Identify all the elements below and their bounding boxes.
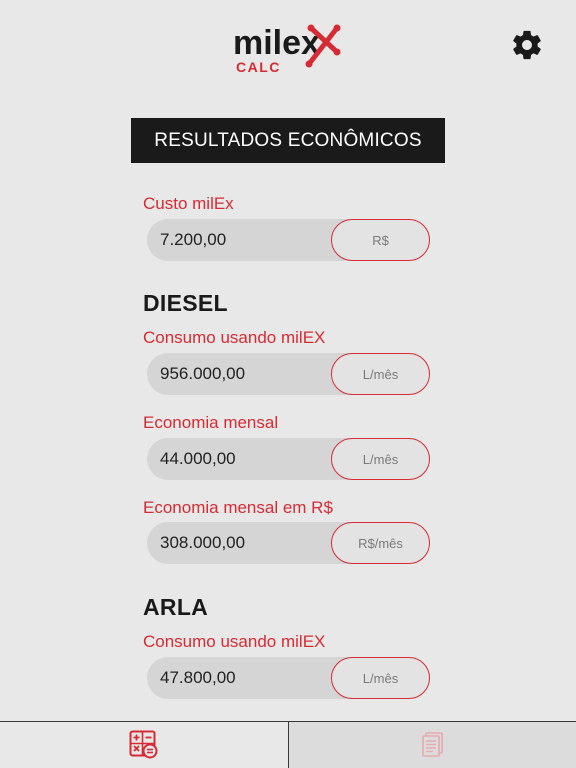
arla-heading: ARLA <box>143 594 209 620</box>
milex-logo: milex CALC <box>233 22 343 78</box>
diesel-economia-unit: L/mês <box>331 438 430 480</box>
diesel-heading: DIESEL <box>143 290 228 316</box>
arla-consumo-field: 47.800,00 L/mês <box>147 657 430 699</box>
tab-report[interactable] <box>288 722 576 768</box>
diesel-economia-field: 44.000,00 L/mês <box>147 438 430 480</box>
diesel-economia-value: 44.000,00 <box>160 449 236 468</box>
page-title: RESULTADOS ECONÔMICOS <box>131 118 445 163</box>
arla-consumo-unit: L/mês <box>331 657 430 699</box>
logo-subtitle: CALC <box>236 59 281 75</box>
tab-bar <box>0 721 576 768</box>
logo-wordmark: milex <box>233 24 320 62</box>
diesel-consumo-value: 956.000,00 <box>160 364 246 383</box>
gear-icon <box>513 30 541 60</box>
diesel-economia-rs-unit: R$/mês <box>331 522 430 564</box>
custo-value: 7.200,00 <box>160 230 227 249</box>
diesel-economia-rs-field: 308.000,00 R$/mês <box>147 522 430 564</box>
diesel-consumo-label: Consumo usando milEX <box>143 328 326 347</box>
custo-field: 7.200,00 R$ <box>147 219 430 261</box>
diesel-consumo-field: 956.000,00 L/mês <box>147 353 430 395</box>
settings-button[interactable] <box>510 28 544 62</box>
diesel-economia-rs-label: Economia mensal em R$ <box>143 498 333 517</box>
tab-calculator[interactable] <box>0 722 288 768</box>
app-header: milex CALC <box>0 0 576 100</box>
arla-consumo-label: Consumo usando milEX <box>143 632 326 651</box>
diesel-economia-label: Economia mensal <box>143 413 279 432</box>
custo-unit: R$ <box>331 219 430 261</box>
custo-label: Custo milEx <box>143 194 234 213</box>
arla-consumo-value: 47.800,00 <box>160 668 236 687</box>
calculator-icon <box>129 730 158 759</box>
report-icon <box>421 732 443 757</box>
diesel-consumo-unit: L/mês <box>331 353 430 395</box>
diesel-economia-rs-value: 308.000,00 <box>160 533 246 552</box>
